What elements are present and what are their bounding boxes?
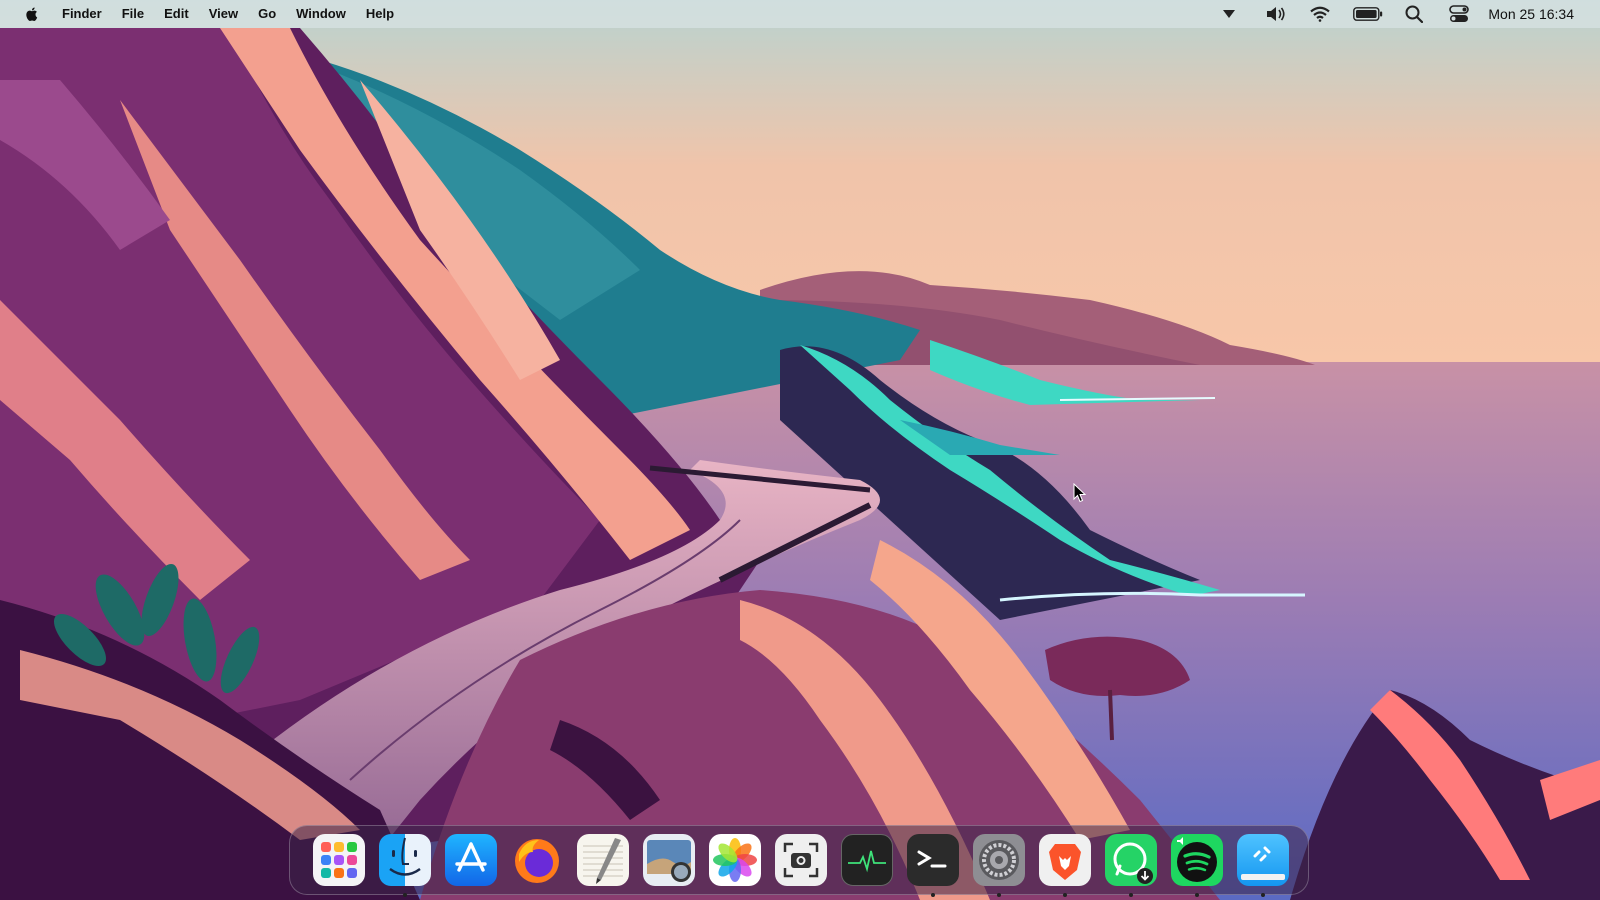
menu-edit[interactable]: Edit bbox=[154, 0, 199, 28]
dock-terminal[interactable] bbox=[906, 833, 960, 897]
control-center-icon[interactable] bbox=[1448, 0, 1470, 28]
system-settings-gear-icon bbox=[973, 834, 1025, 886]
wifi-icon[interactable] bbox=[1308, 0, 1332, 28]
firefox-icon bbox=[511, 834, 563, 886]
spotify-icon bbox=[1171, 834, 1223, 886]
dock bbox=[289, 825, 1309, 897]
brave-lion-icon bbox=[1039, 834, 1091, 886]
finder-icon bbox=[379, 834, 431, 886]
dock-photos[interactable] bbox=[708, 833, 762, 887]
menu-bar: Finder File Edit View Go Window Help Mon… bbox=[0, 0, 1600, 28]
running-indicator bbox=[1261, 893, 1265, 897]
running-indicator bbox=[403, 893, 407, 897]
dock-app-store[interactable] bbox=[444, 833, 498, 887]
battery-icon[interactable] bbox=[1352, 0, 1384, 28]
photos-icon bbox=[709, 834, 761, 886]
running-indicator bbox=[1129, 893, 1133, 897]
apple-logo-icon[interactable] bbox=[25, 6, 39, 22]
activity-monitor-icon bbox=[841, 834, 893, 886]
screenshot-icon bbox=[775, 834, 827, 886]
menu-finder[interactable]: Finder bbox=[52, 0, 112, 28]
dock-firefox[interactable] bbox=[510, 833, 564, 887]
running-indicator bbox=[997, 893, 1001, 897]
menu-view[interactable]: View bbox=[199, 0, 248, 28]
whatsapp-icon bbox=[1105, 834, 1157, 886]
menu-go[interactable]: Go bbox=[248, 0, 286, 28]
running-indicator bbox=[1195, 893, 1199, 897]
dock-xcode-simulator[interactable] bbox=[1236, 833, 1290, 897]
dock-textedit[interactable] bbox=[576, 833, 630, 887]
dock-whatsapp[interactable] bbox=[1104, 833, 1158, 897]
dock-preview[interactable] bbox=[642, 833, 696, 887]
textedit-icon bbox=[577, 834, 629, 886]
app-store-icon bbox=[445, 834, 497, 886]
menu-window[interactable]: Window bbox=[286, 0, 356, 28]
spotlight-search-icon[interactable] bbox=[1404, 0, 1424, 28]
dock-activity-monitor[interactable] bbox=[840, 833, 894, 887]
menu-file[interactable]: File bbox=[112, 0, 154, 28]
preview-icon bbox=[643, 834, 695, 886]
dock-spotify[interactable] bbox=[1170, 833, 1224, 897]
running-indicator bbox=[931, 893, 935, 897]
menubar-clock[interactable]: Mon 25 16:34 bbox=[1488, 6, 1574, 22]
dock-brave[interactable] bbox=[1038, 833, 1092, 897]
dock-finder[interactable] bbox=[378, 833, 432, 897]
desktop-wallpaper bbox=[0, 0, 1600, 900]
launchpad-icon bbox=[313, 834, 365, 886]
menu-help[interactable]: Help bbox=[356, 0, 404, 28]
terminal-icon bbox=[907, 834, 959, 886]
dock-screenshot[interactable] bbox=[774, 833, 828, 887]
dock-system-settings[interactable] bbox=[972, 833, 1026, 897]
simulator-icon bbox=[1237, 834, 1289, 886]
dropdown-arrow-icon[interactable] bbox=[1218, 0, 1240, 28]
running-indicator bbox=[1063, 893, 1067, 897]
volume-icon[interactable] bbox=[1264, 0, 1288, 28]
dock-launchpad[interactable] bbox=[312, 833, 366, 887]
mouse-pointer-icon bbox=[1073, 482, 1087, 508]
